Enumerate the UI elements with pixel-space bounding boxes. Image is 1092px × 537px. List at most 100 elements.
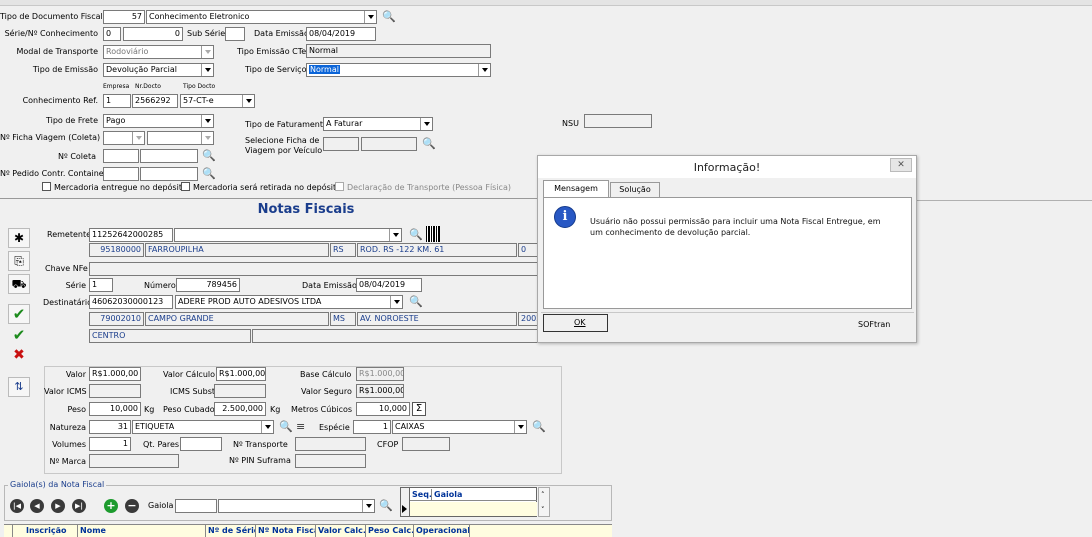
seq-header[interactable]: Seq.	[410, 489, 432, 501]
metros-cubicos-input[interactable]: 10,000	[356, 402, 410, 416]
tipo-doc-select[interactable]: Conhecimento Eletronico	[146, 10, 377, 24]
col-inscricao[interactable]: Inscrição	[24, 525, 78, 537]
dest-cep-field: 79002010	[89, 312, 144, 326]
search-icon[interactable]: 🔍	[382, 11, 396, 23]
remetente-cnpj-input[interactable]: 11252642000285	[89, 228, 173, 242]
search-icon[interactable]: 🔍	[422, 138, 436, 150]
search-icon[interactable]: 🔍	[532, 421, 546, 433]
peso-input[interactable]: 10,000	[89, 402, 141, 416]
tab-solucao[interactable]: Solução	[610, 182, 660, 197]
col-valor-calc[interactable]: Valor Calc.	[316, 525, 366, 537]
ficha-viagem-select-1[interactable]	[103, 131, 145, 145]
especie-code-input[interactable]: 1	[353, 420, 391, 434]
gaiola-select[interactable]	[218, 499, 375, 513]
nf-serie-input[interactable]: 1	[89, 278, 113, 292]
transporte-label: Nº Transporte	[233, 440, 288, 449]
col-operacional[interactable]: Operacional	[414, 525, 470, 537]
search-icon[interactable]: 🔍	[202, 168, 216, 180]
toolbar-new-icon[interactable]: ✱	[8, 228, 30, 248]
valor-calculo-label: Valor Cálculo	[163, 370, 215, 379]
nf-numero-input[interactable]: 789456	[176, 278, 240, 292]
tipo-emissao-cte-label: Tipo Emissão CTe	[237, 47, 307, 56]
natureza-label: Natureza	[49, 423, 86, 432]
pedido-input-2[interactable]	[140, 167, 198, 181]
gaiola-code-input[interactable]	[175, 499, 217, 513]
natureza-code-input[interactable]: 31	[89, 420, 131, 434]
volumes-input[interactable]: 1	[89, 437, 131, 451]
search-icon[interactable]: 🔍	[279, 421, 293, 433]
pedido-input-1[interactable]	[103, 167, 139, 181]
nrdocto-label: Nr.Docto	[135, 83, 161, 90]
tab-mensagem[interactable]: Mensagem	[543, 180, 609, 197]
search-icon[interactable]: 🔍	[202, 150, 216, 162]
nrdocto-input[interactable]: 2566292	[132, 94, 178, 108]
valor-calculo-input[interactable]: R$1.000,00	[216, 367, 266, 381]
tipo-faturamento-select[interactable]: A Faturar	[323, 117, 433, 131]
gaiola-scrollbar[interactable]: ˄ ˅	[538, 487, 550, 517]
next-record-icon[interactable]: ▶	[51, 499, 65, 513]
search-icon[interactable]: 🔍	[379, 500, 393, 512]
modal-select[interactable]: Rodoviário	[103, 45, 214, 59]
tipo-servico-select[interactable]: Normal	[306, 63, 491, 77]
toolbar-truck-icon[interactable]: ⛟	[8, 274, 30, 294]
prev-record-icon[interactable]: ◀	[30, 499, 44, 513]
natureza-select[interactable]: ETIQUETA	[132, 420, 274, 434]
valor-input[interactable]: R$1.000,00	[89, 367, 141, 381]
toolbar-copy-icon[interactable]: ⎘	[8, 251, 30, 271]
base-calculo-label: Base Cálculo	[300, 370, 352, 379]
especie-select[interactable]: CAIXAS	[392, 420, 527, 434]
close-icon[interactable]: ✕	[890, 158, 912, 172]
cancel-x-icon[interactable]: ✖	[8, 346, 30, 366]
separator-line	[915, 200, 1092, 201]
search-icon[interactable]: 🔍	[409, 296, 423, 308]
gaiola-current-row[interactable]	[410, 502, 537, 516]
qt-pares-input[interactable]	[180, 437, 222, 451]
search-icon[interactable]: 🔍	[409, 229, 423, 241]
gaiola-grid[interactable]: Seq. Gaiola	[400, 487, 537, 517]
gaiola-group-title: Gaiola(s) da Nota Fiscal	[8, 479, 107, 491]
chk-declaracao[interactable]: Declaração de Transporte (Pessoa Física)	[335, 182, 511, 194]
sum-icon[interactable]: Σ	[412, 402, 426, 416]
serie-input[interactable]: 0	[103, 27, 121, 41]
ok-button[interactable]: OK	[543, 314, 608, 332]
save-check-icon[interactable]: ✔	[8, 326, 30, 346]
chk-retirada[interactable]: Mercadoria será retirada no depósito	[181, 182, 341, 194]
coleta-input-2[interactable]	[140, 149, 198, 163]
col-peso-calc[interactable]: Peso Calc.	[366, 525, 414, 537]
tipo-doc-code-input[interactable]: 57	[103, 10, 145, 24]
coleta-input-1[interactable]	[103, 149, 139, 163]
barcode-icon[interactable]	[426, 226, 440, 242]
top-toolbar-strip	[0, 0, 1092, 6]
nf-data-input[interactable]: 08/04/2019	[356, 278, 422, 292]
tool-icon[interactable]: ≡	[296, 421, 308, 433]
data-emissao-input[interactable]: 08/04/2019	[306, 27, 376, 41]
tipodocto-select[interactable]: 57-CT-e	[180, 94, 255, 108]
empresa-input[interactable]: 1	[103, 94, 131, 108]
tipodocto-label: Tipo Docto	[183, 83, 216, 90]
dest-cnpj-input[interactable]: 46062030000123	[89, 295, 173, 309]
toolbar-sort-icon[interactable]: ⇅	[8, 377, 30, 397]
numero-conhecimento-input[interactable]: 0	[123, 27, 183, 41]
peso-cubado-input[interactable]: 2.500,000	[214, 402, 266, 416]
qt-pares-label: Qt. Pares	[143, 440, 180, 449]
confirm-check-icon[interactable]: ✔	[8, 304, 30, 324]
tipo-frete-select[interactable]: Pago	[103, 114, 214, 128]
scroll-up-icon[interactable]: ˄	[541, 492, 545, 499]
ficha-viagem-select-2[interactable]	[147, 131, 214, 145]
scroll-down-icon[interactable]: ˅	[541, 507, 545, 514]
sub-serie-input[interactable]	[225, 27, 245, 41]
dest-nome-select[interactable]: ADERE PROD AUTO ADESIVOS LTDA	[175, 295, 403, 309]
nsu-label: NSU	[562, 119, 579, 128]
col-nota-fiscal[interactable]: Nº Nota Fiscal	[256, 525, 316, 537]
remove-gaiola-icon[interactable]: −	[125, 499, 139, 513]
col-nome[interactable]: Nome	[78, 525, 206, 537]
marca-label: Nº Marca	[49, 457, 86, 466]
col-serie[interactable]: Nº de Série	[206, 525, 256, 537]
tipo-emissao-select[interactable]: Devolução Parcial	[103, 63, 214, 77]
add-gaiola-icon[interactable]: +	[104, 499, 118, 513]
chk-entregue[interactable]: Mercadoria entregue no depósito	[42, 182, 187, 194]
remetente-nome-select[interactable]	[174, 228, 402, 242]
gaiola-header[interactable]: Gaiola	[432, 489, 537, 501]
first-record-icon[interactable]: |◀	[10, 499, 24, 513]
last-record-icon[interactable]: ▶|	[72, 499, 86, 513]
